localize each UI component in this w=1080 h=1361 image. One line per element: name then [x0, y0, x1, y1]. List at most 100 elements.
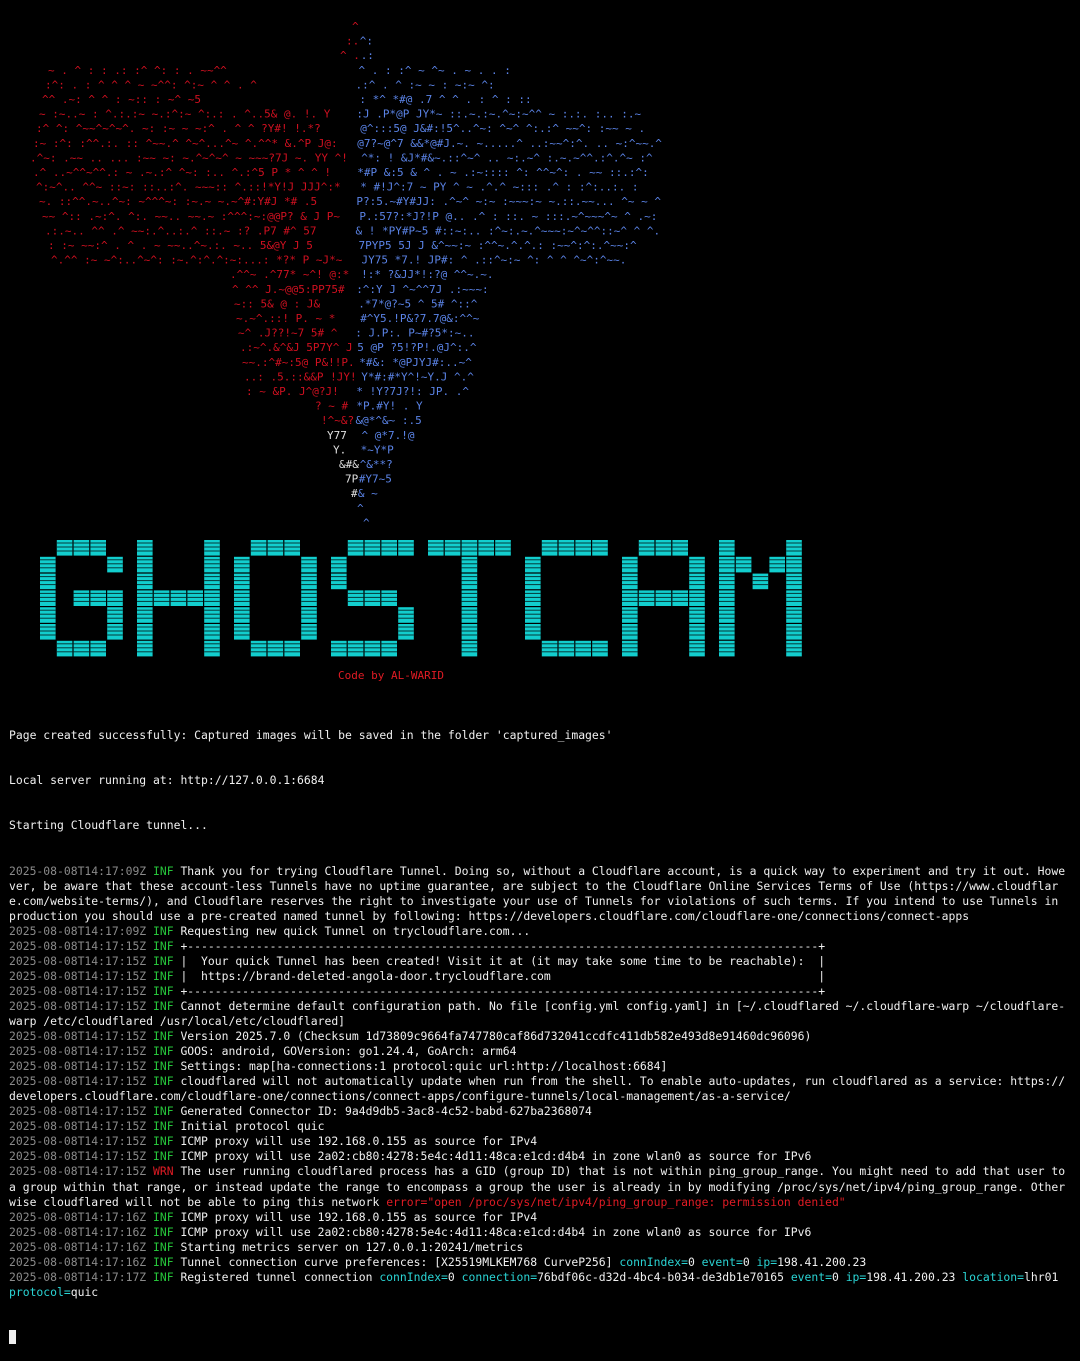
- log-line: 2025-08-08T14:17:15Z INF ICMP proxy will…: [9, 1134, 1071, 1149]
- ascii-art-row-right: : J.P:. P~#?5*:~..: [355, 327, 474, 340]
- ascii-art-row-right: ^: [363, 516, 370, 529]
- log-line: 2025-08-08T14:17:15Z WRN The user runnin…: [9, 1164, 1071, 1209]
- log-level-badge: INF: [153, 1104, 174, 1119]
- log-message: 0: [742, 1254, 757, 1269]
- ascii-art-row-right: 5 @P ?5!?P!.@J^:.^: [357, 341, 477, 354]
- ascii-art-row-left: : :~ ~~:^ . ^ . ~ ~~..^~.:. ~.. 5&@Y J 5: [48, 239, 313, 252]
- ascii-art-row-left: ^^ .~: ^ ^ : ~:: : ~^ ~5: [42, 93, 201, 106]
- ascii-art-row-left: ~:: 5& @ : J&: [234, 297, 320, 310]
- ascii-art-row-left: ~~.:^#~:5@ P&!!P.: [242, 356, 355, 369]
- ascii-art-row-right: #^Y5.!P&?7.7@&:^^~: [360, 312, 480, 325]
- log-timestamp: 2025-08-08T14:17:15Z: [9, 1074, 147, 1089]
- log-line: 2025-08-08T14:17:15Z INF | Your quick Tu…: [9, 954, 1071, 969]
- ascii-art-row-right: *P.#Y! . Y: [356, 400, 423, 413]
- ascii-art-row-left: .:~^.&^&J 5P7Y^ J: [240, 341, 353, 354]
- ascii-art-row-left: : ~ &P. J^@?J!: [246, 385, 339, 398]
- ascii-art-row-right: ^ @*7.!@: [362, 429, 415, 442]
- log-field-key: protocol=: [9, 1284, 71, 1299]
- log-message: lhr01: [1024, 1269, 1066, 1284]
- ascii-art-row-right: 7PYP5 5J J &^~~:~ :^^~.^.^.: :~~^:^:.^~~…: [359, 239, 638, 252]
- log-message: Requesting new quick Tunnel on trycloudf…: [180, 923, 531, 938]
- log-line: 2025-08-08T14:17:15Z INF Version 2025.7.…: [9, 1029, 1071, 1044]
- log-field-key: ip=: [845, 1269, 867, 1284]
- log-timestamp: 2025-08-08T14:17:15Z: [9, 1119, 147, 1134]
- ascii-art-row-left: ~.~^.::! P. ~ *: [236, 312, 335, 325]
- ascii-art-row-right: & ! *PY#P~5 #::~:.. :^~:.~.^~~~:~^~^^::~…: [356, 224, 661, 237]
- ascii-art-row-left: ~~ ^:: .~:^. ^:. ~~.. ~~.~ :^^^:~:@@P? &…: [42, 210, 340, 223]
- banner-letter-s: [331, 540, 414, 657]
- ascii-art-row-right: & ~: [358, 487, 378, 500]
- ascii-art-row-left: ? ~ #: [315, 400, 348, 413]
- log-message: Generated Connector ID: 9a4d9db5-3ac8-4c…: [180, 1104, 592, 1119]
- log-line: 2025-08-08T14:17:16Z INF ICMP proxy will…: [9, 1210, 1071, 1225]
- ascii-art-row-right: JY75 *7.! JP#: ^ .::^~:~ ^: ^ ^ ^~^:^~~.: [362, 254, 627, 267]
- log-line: 2025-08-08T14:17:15Z INF GOOS: android, …: [9, 1044, 1071, 1059]
- ascii-art-row-left: ..: .5.::&&P !JY!: [244, 370, 357, 383]
- log-level-badge: INF: [153, 1209, 174, 1224]
- ascii-art-row-right: !:* ?&JJ*!:?@ ^^~.~.: [361, 268, 493, 281]
- ascii-art-row-right: ^*: ! &J*#&~.::^~^ .. ~:.~^ :.~.~^^.:^.^…: [361, 151, 653, 164]
- ascii-art-row-right: P?:5.~#Y#JJ: .^~^ ~:~ :~~~:~ ~.::.~~... …: [356, 195, 661, 208]
- log-timestamp: 2025-08-08T14:17:16Z: [9, 1239, 147, 1254]
- log-message: ICMP proxy will use 192.168.0.155 as sou…: [180, 1209, 538, 1224]
- ascii-art-row-right: *#P &:5 & ^ . ~ .:~:::: ^: ^^~^: . ~~ ::…: [357, 166, 648, 179]
- log-field-key: connIndex=: [619, 1254, 688, 1269]
- ascii-art-row-left: .:.~.. ^^ .^ ~~:.^..:.^ ::.~ :? .P7 #^ 5…: [45, 224, 317, 237]
- log-level-badge: INF: [153, 983, 174, 998]
- ascii-art-row-right: ^: [357, 502, 364, 515]
- prompt-line[interactable]: [9, 1329, 1071, 1346]
- log-timestamp: 2025-08-08T14:17:16Z: [9, 1254, 147, 1269]
- terminal-cursor: [9, 1329, 16, 1344]
- log-message: +---------------------------------------…: [180, 938, 826, 953]
- log-line: 2025-08-08T14:17:15Z INF Initial protoco…: [9, 1119, 1071, 1134]
- log-message: ICMP proxy will use 2a02:cb80:4278:5e4c:…: [180, 1224, 812, 1239]
- ascii-art-row-right: #Y7~5: [359, 473, 392, 486]
- log-line: 2025-08-08T14:17:15Z INF | https://brand…: [9, 969, 1071, 984]
- ascii-art-row-left: :^ ^: ^~~^~^~^. ~: :~ ~ ~:^ . ^ ^ ?Y#! !…: [36, 122, 321, 135]
- log-line: 2025-08-08T14:17:17Z INF Registered tunn…: [9, 1270, 1071, 1300]
- log-timestamp: 2025-08-08T14:17:15Z: [9, 1134, 147, 1149]
- log-message: 0: [687, 1254, 702, 1269]
- log-timestamp: 2025-08-08T14:17:15Z: [9, 1029, 147, 1044]
- log-line: 2025-08-08T14:17:09Z INF Requesting new …: [9, 924, 1071, 939]
- ascii-art-row-right: @^:::5@ J&#:!5^..^~: ^~^ ^:.:^ ~~^: :~~ …: [360, 122, 645, 135]
- log-timestamp: 2025-08-08T14:17:15Z: [9, 1149, 147, 1164]
- log-message: GOOS: android, GOVersion: go1.24.4, GoAr…: [180, 1044, 517, 1059]
- ascii-art-row-right: &@*^&~ :.5: [356, 414, 422, 427]
- ascii-art-row-left: ~ . ^ : : .: :^ ^: : . ~~^^: [48, 64, 227, 77]
- log-timestamp: 2025-08-08T14:17:15Z: [9, 983, 147, 998]
- ascii-art-row-right: .:: [361, 49, 374, 62]
- ascii-art-row-right: * !Y?7J?!: JP. .^: [356, 385, 469, 398]
- log-line: 2025-08-08T14:17:15Z INF Generated Conne…: [9, 1104, 1071, 1119]
- log-level-badge: INF: [153, 953, 174, 968]
- log-message: Starting metrics server on 127.0.0.1:202…: [180, 1239, 524, 1254]
- log-line: 2025-08-08T14:17:16Z INF Starting metric…: [9, 1240, 1071, 1255]
- log-timestamp: 2025-08-08T14:17:15Z: [9, 953, 147, 968]
- ascii-art-row-left: ~^ .J??!~7 5# ^: [238, 327, 338, 340]
- log-level-badge: INF: [153, 1074, 174, 1089]
- log-timestamp: 2025-08-08T14:17:15Z: [9, 968, 147, 983]
- banner-letter-t: [428, 540, 511, 657]
- log-level-badge: INF: [153, 863, 174, 878]
- log-level-badge: INF: [153, 1134, 174, 1149]
- log-message: quic: [70, 1284, 99, 1299]
- log-line: 2025-08-08T14:17:16Z INF Tunnel connecti…: [9, 1255, 1071, 1270]
- ascii-art-row-left: 7P: [345, 473, 359, 486]
- log-level-badge: INF: [153, 1254, 174, 1269]
- log-timestamp: 2025-08-08T14:17:09Z: [9, 863, 147, 878]
- log-level-badge: INF: [153, 1029, 174, 1044]
- log-level-badge: INF: [153, 1239, 174, 1254]
- log-error-text: error="open /proc/sys/net/ipv4/ping_grou…: [386, 1194, 846, 1209]
- ascii-art-row-right: * #!J^:7 ~ PY ^ ~ .^.^ ~::: .^ : :^:..:.…: [360, 181, 638, 194]
- log-field-key: ip=: [756, 1254, 778, 1269]
- intro-line: Starting Cloudflare tunnel...: [9, 818, 208, 833]
- log-level-badge: WRN: [153, 1164, 174, 1179]
- log-message: Initial protocol quic: [180, 1119, 325, 1134]
- ascii-art-row-right: ^:: [360, 35, 373, 48]
- log-message: +---------------------------------------…: [180, 983, 826, 998]
- log-field-key: location=: [962, 1269, 1025, 1284]
- log-level-badge: INF: [153, 938, 174, 953]
- log-timestamp: 2025-08-08T14:17:15Z: [9, 1044, 147, 1059]
- ascii-art-row-left: ~. ::^^.~..^~: ~^^^~: :~.~ ~.~^#:Y#J *# …: [39, 195, 317, 208]
- terminal-output[interactable]: Page created successfully: Captured imag…: [9, 698, 1071, 1361]
